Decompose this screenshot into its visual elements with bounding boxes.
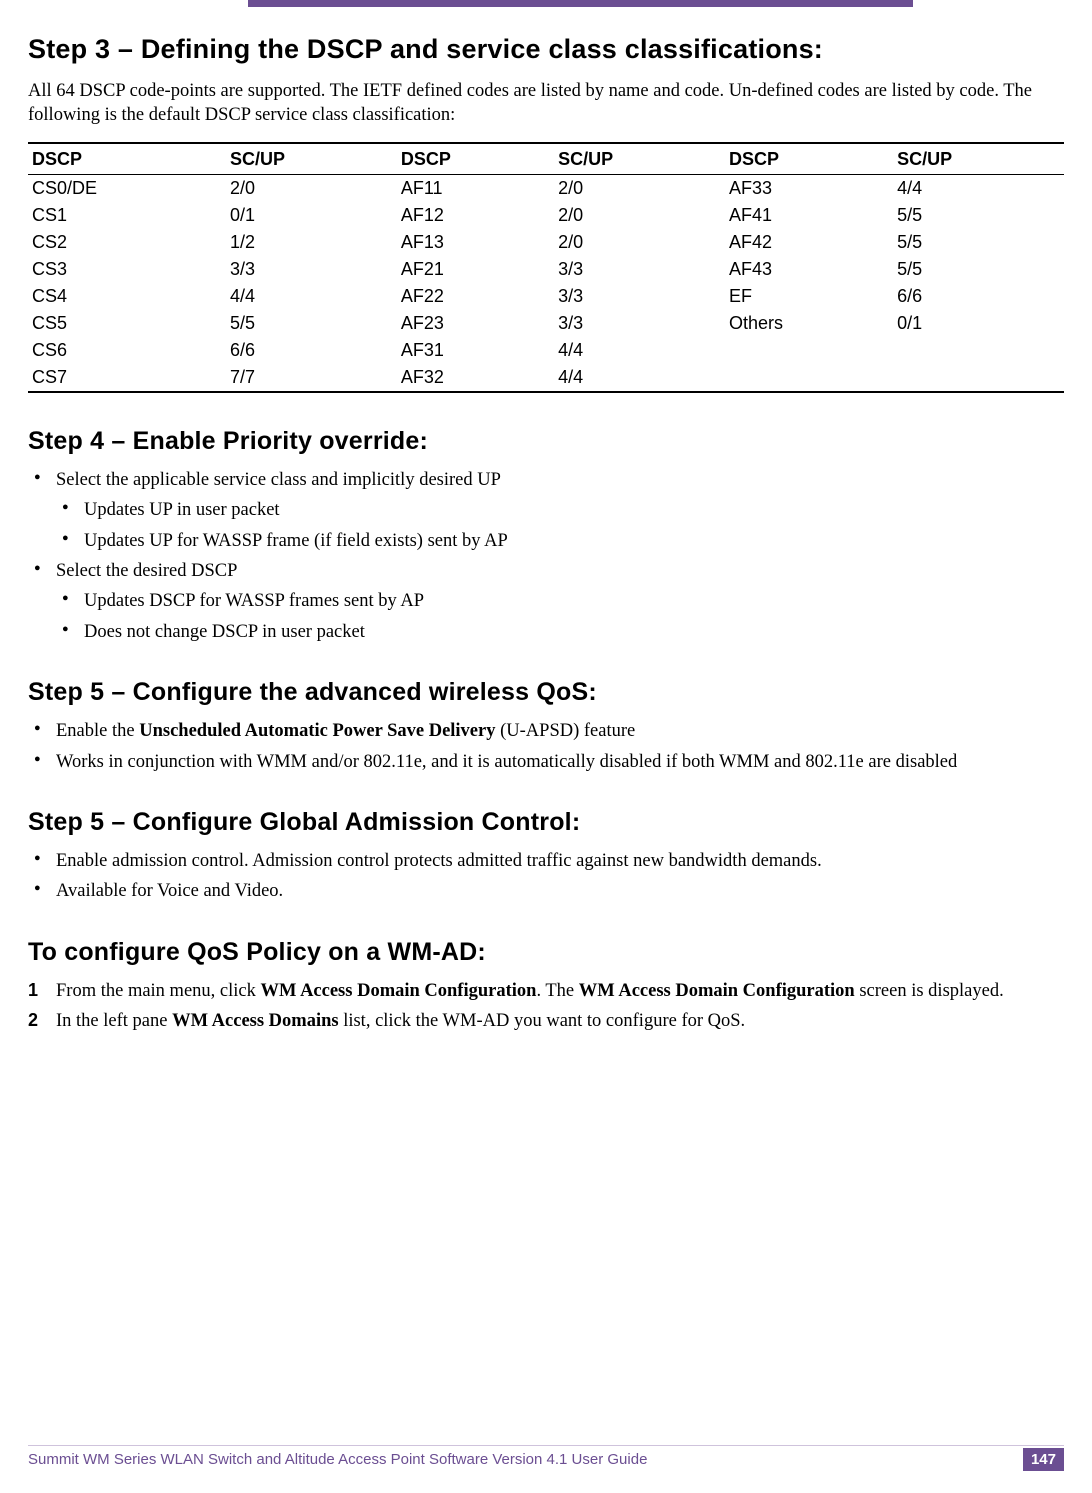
table-cell [725,364,893,392]
step5a-heading: Step 5 – Configure the advanced wireless… [28,678,1064,707]
list-item: Updates UP for WASSP frame (if field exi… [56,529,1064,553]
table-cell: CS0/DE [28,174,226,202]
list-item: Works in conjunction with WMM and/or 802… [28,750,1064,774]
table-cell: CS2 [28,229,226,256]
table-cell: 7/7 [226,364,397,392]
table-row: CS21/2AF132/0AF425/5 [28,229,1064,256]
header-tab [248,0,913,7]
step-number: 1 [28,979,38,1003]
step5b-list: Enable admission control. Admission cont… [28,849,1064,904]
table-cell: AF43 [725,256,893,283]
table-cell: 3/3 [554,283,725,310]
table-cell: 5/5 [893,256,1064,283]
table-cell: AF12 [397,202,554,229]
list-item: Updates DSCP for WASSP frames sent by AP [56,589,1064,613]
list-item: Enable the Unscheduled Automatic Power S… [28,719,1064,743]
footer-text: Summit WM Series WLAN Switch and Altitud… [28,1451,647,1468]
col-header: DSCP [397,143,554,175]
configure-heading: To configure QoS Policy on a WM-AD: [28,938,1064,967]
table-cell: 3/3 [554,256,725,283]
list-item: Available for Voice and Video. [28,879,1064,903]
table-cell [893,364,1064,392]
step3-heading: Step 3 – Defining the DSCP and service c… [28,34,1064,65]
configure-steps: 1From the main menu, click WM Access Dom… [28,979,1064,1034]
table-cell: EF [725,283,893,310]
table-cell: CS1 [28,202,226,229]
table-cell: 4/4 [226,283,397,310]
table-cell: AF33 [725,174,893,202]
table-cell [725,337,893,364]
table-cell: AF11 [397,174,554,202]
table-cell: Others [725,310,893,337]
dscp-table: DSCP SC/UP DSCP SC/UP DSCP SC/UP CS0/DE2… [28,142,1064,393]
step5a-list: Enable the Unscheduled Automatic Power S… [28,719,1064,774]
table-row: CS10/1AF122/0AF415/5 [28,202,1064,229]
table-cell: 2/0 [554,229,725,256]
table-cell: AF42 [725,229,893,256]
table-row: CS77/7AF324/4 [28,364,1064,392]
page-number-badge: 147 [1023,1448,1064,1471]
page-footer: Summit WM Series WLAN Switch and Altitud… [0,1445,1092,1471]
step3-intro: All 64 DSCP code-points are supported. T… [28,79,1064,128]
step5b-heading: Step 5 – Configure Global Admission Cont… [28,808,1064,837]
col-header: SC/UP [554,143,725,175]
col-header: SC/UP [893,143,1064,175]
list-item: Select the desired DSCPUpdates DSCP for … [28,559,1064,644]
table-header-row: DSCP SC/UP DSCP SC/UP DSCP SC/UP [28,143,1064,175]
table-cell [893,337,1064,364]
table-cell: 2/0 [554,202,725,229]
list-item: Select the applicable service class and … [28,468,1064,553]
list-item: 1From the main menu, click WM Access Dom… [28,979,1064,1003]
table-cell: CS5 [28,310,226,337]
table-cell: 2/0 [226,174,397,202]
header-rule [0,0,1092,7]
table-cell: 0/1 [226,202,397,229]
col-header: DSCP [725,143,893,175]
step-number: 2 [28,1009,38,1033]
table-cell: 2/0 [554,174,725,202]
table-cell: AF23 [397,310,554,337]
table-cell: CS3 [28,256,226,283]
table-cell: CS7 [28,364,226,392]
table-cell: 4/4 [554,337,725,364]
table-cell: 0/1 [893,310,1064,337]
table-row: CS44/4AF223/3EF6/6 [28,283,1064,310]
table-cell: AF31 [397,337,554,364]
table-cell: CS4 [28,283,226,310]
table-cell: CS6 [28,337,226,364]
col-header: DSCP [28,143,226,175]
table-cell: AF22 [397,283,554,310]
list-item: Updates UP in user packet [56,498,1064,522]
table-row: CS0/DE2/0AF112/0AF334/4 [28,174,1064,202]
table-row: CS33/3AF213/3AF435/5 [28,256,1064,283]
table-cell: 5/5 [893,229,1064,256]
table-cell: AF41 [725,202,893,229]
table-cell: 3/3 [226,256,397,283]
table-row: CS55/5AF233/3Others0/1 [28,310,1064,337]
list-item: 2In the left pane WM Access Domains list… [28,1009,1064,1033]
step4-heading: Step 4 – Enable Priority override: [28,427,1064,456]
table-cell: 4/4 [893,174,1064,202]
table-cell: 6/6 [893,283,1064,310]
table-cell: 4/4 [554,364,725,392]
table-cell: 3/3 [554,310,725,337]
list-item: Enable admission control. Admission cont… [28,849,1064,873]
col-header: SC/UP [226,143,397,175]
table-cell: 6/6 [226,337,397,364]
table-cell: 5/5 [893,202,1064,229]
table-cell: 5/5 [226,310,397,337]
table-cell: AF32 [397,364,554,392]
table-cell: AF21 [397,256,554,283]
list-item: Does not change DSCP in user packet [56,620,1064,644]
step4-list: Select the applicable service class and … [28,468,1064,644]
table-row: CS66/6AF314/4 [28,337,1064,364]
content-area: Step 3 – Defining the DSCP and service c… [28,0,1064,1034]
page: Step 3 – Defining the DSCP and service c… [0,0,1092,1493]
table-cell: 1/2 [226,229,397,256]
table-cell: AF13 [397,229,554,256]
